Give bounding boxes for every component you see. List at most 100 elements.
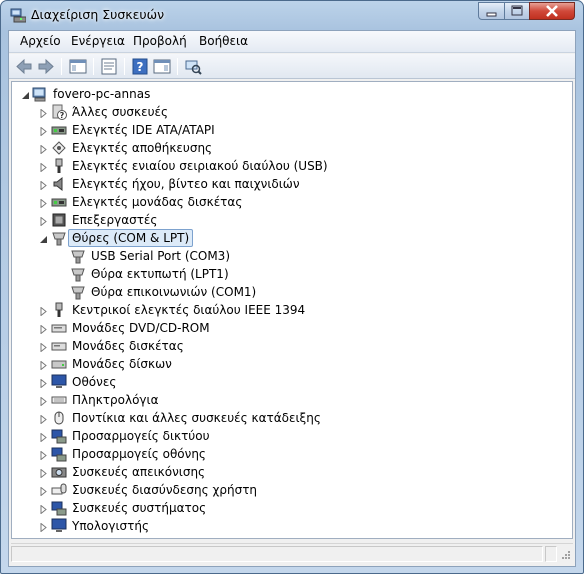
- category-label: Μονάδες δισκέτας: [72, 339, 184, 353]
- menu-help[interactable]: Βοήθεια: [199, 34, 248, 48]
- tree-category-ieee1394[interactable]: Κεντρικοί ελεγκτές διαύλου IEEE 1394: [12, 301, 572, 319]
- tree-category-system-devices[interactable]: Συσκευές συστήματος: [12, 499, 572, 517]
- category-label: Ελεγκτές μονάδας δισκέτας: [72, 195, 243, 209]
- tree-category-floppy-controllers[interactable]: Ελεγκτές μονάδας δισκέτας: [12, 193, 572, 211]
- camera-icon: [51, 464, 67, 480]
- collapsed-triangle-icon[interactable]: [39, 413, 48, 425]
- dvd-drive-icon: [51, 320, 67, 336]
- collapsed-triangle-icon[interactable]: [39, 449, 48, 461]
- tree-device-communications-port[interactable]: Θύρα επικοινωνιών (COM1): [12, 283, 572, 301]
- computer-icon: [32, 86, 48, 102]
- tree-category-computer[interactable]: Υπολογιστής: [12, 517, 572, 535]
- collapsed-triangle-icon[interactable]: [39, 521, 48, 533]
- tree-root[interactable]: fovero-pc-annas: [12, 85, 572, 103]
- menu-action[interactable]: Ενέργεια: [71, 34, 125, 48]
- properties-icon[interactable]: [100, 58, 118, 75]
- close-button[interactable]: [529, 2, 575, 20]
- menu-view[interactable]: Προβολή: [133, 34, 187, 48]
- tree-device-printer-port[interactable]: Θύρα εκτυπωτή (LPT1): [12, 265, 572, 283]
- display-adapter-icon: [51, 446, 67, 462]
- status-panel: [11, 546, 543, 562]
- client-area: Αρχείο Ενέργεια Προβολή Βοήθεια ? fovero…: [8, 30, 576, 567]
- category-label: Προσαρμογείς δικτύου: [72, 429, 210, 443]
- collapsed-triangle-icon[interactable]: [39, 467, 48, 479]
- tree-category-network-adapters[interactable]: Προσαρμογείς δικτύου: [12, 427, 572, 445]
- mouse-icon: [51, 410, 67, 426]
- category-label: Προσαρμογείς οθόνης: [72, 447, 206, 461]
- collapsed-triangle-icon[interactable]: [39, 143, 48, 155]
- processor-icon: [51, 212, 67, 228]
- device-tree[interactable]: fovero-pc-annas ? Άλλες συσκευές Ελεγκτέ…: [11, 81, 573, 539]
- port-icon: [70, 284, 86, 300]
- resize-grip-icon[interactable]: [559, 550, 571, 562]
- collapsed-triangle-icon[interactable]: [39, 323, 48, 335]
- tree-category-disk-drives[interactable]: Μονάδες δίσκων: [12, 355, 572, 373]
- category-label: Ελεγκτές ενιαίου σειριακού διαύλου (USB): [72, 159, 328, 173]
- collapsed-triangle-icon[interactable]: [39, 197, 48, 209]
- expanded-triangle-icon[interactable]: [39, 233, 48, 243]
- tree-category-monitors[interactable]: Οθόνες: [12, 373, 572, 391]
- minimize-button[interactable]: [478, 2, 505, 20]
- port-icon: [70, 248, 86, 264]
- monitor-icon: [51, 374, 67, 390]
- collapsed-triangle-icon[interactable]: [39, 485, 48, 497]
- device-label: Θύρα εκτυπωτή (LPT1): [91, 267, 229, 281]
- collapsed-triangle-icon[interactable]: [39, 305, 48, 317]
- speaker-icon: [51, 176, 67, 192]
- tree-category-other-devices[interactable]: ? Άλλες συσκευές: [12, 103, 572, 121]
- back-arrow-icon[interactable]: [15, 58, 33, 75]
- title-bar[interactable]: Διαχείριση Συσκευών: [1, 1, 583, 29]
- category-label: Ελεγκτές αποθήκευσης: [72, 141, 213, 155]
- category-label: Συσκευές απεικόνισης: [72, 465, 206, 479]
- menu-file[interactable]: Αρχείο: [20, 34, 61, 48]
- tree-category-hid[interactable]: Συσκευές διασύνδεσης χρήστη: [12, 481, 572, 499]
- category-label: Συσκευές συστήματος: [72, 501, 207, 515]
- category-label: Υπολογιστής: [72, 519, 149, 533]
- category-label: Οθόνες: [72, 375, 117, 389]
- device-label: USB Serial Port (COM3): [91, 249, 230, 263]
- tree-category-sound-video[interactable]: Ελεγκτές ήχου, βίντεο και παιχνιδιών: [12, 175, 572, 193]
- tree-category-usb-controllers[interactable]: Ελεγκτές ενιαίου σειριακού διαύλου (USB): [12, 157, 572, 175]
- collapsed-triangle-icon[interactable]: [39, 125, 48, 137]
- collapsed-triangle-icon[interactable]: [39, 431, 48, 443]
- collapsed-triangle-icon[interactable]: [39, 359, 48, 371]
- forward-arrow-icon[interactable]: [37, 58, 55, 75]
- tree-category-mice[interactable]: Ποντίκια και άλλες συσκευές κατάδειξης: [12, 409, 572, 427]
- system-device-icon: [51, 500, 67, 516]
- tree-category-ide-controllers[interactable]: Ελεγκτές IDE ATA/ATAPI: [12, 121, 572, 139]
- tree-category-storage-controllers[interactable]: Ελεγκτές αποθήκευσης: [12, 139, 572, 157]
- maximize-button[interactable]: [504, 2, 530, 20]
- network-adapter-icon: [51, 428, 67, 444]
- menu-bar: Αρχείο Ενέργεια Προβολή Βοήθεια: [9, 31, 575, 53]
- category-label: Θύρες (COM & LPT): [68, 229, 194, 247]
- collapsed-triangle-icon[interactable]: [39, 377, 48, 389]
- collapsed-triangle-icon[interactable]: [39, 107, 48, 119]
- collapsed-triangle-icon[interactable]: [39, 179, 48, 191]
- help-icon[interactable]: ?: [131, 58, 149, 75]
- expanded-triangle-icon[interactable]: [21, 89, 30, 99]
- collapsed-triangle-icon[interactable]: [39, 395, 48, 407]
- keyboard-icon: [51, 392, 67, 408]
- tree-category-processors[interactable]: Επεξεργαστές: [12, 211, 572, 229]
- ide-controller-icon: [51, 122, 67, 138]
- status-bar: [11, 543, 573, 564]
- collapsed-triangle-icon[interactable]: [39, 503, 48, 515]
- tree-category-dvd-drives[interactable]: Μονάδες DVD/CD-ROM: [12, 319, 572, 337]
- tree-category-keyboards[interactable]: Πληκτρολόγια: [12, 391, 572, 409]
- tree-category-display-adapters[interactable]: Προσαρμογείς οθόνης: [12, 445, 572, 463]
- unknown-device-icon: ?: [51, 104, 67, 120]
- tree-category-imaging-devices[interactable]: Συσκευές απεικόνισης: [12, 463, 572, 481]
- collapsed-triangle-icon[interactable]: [39, 215, 48, 227]
- disk-drive-icon: [51, 356, 67, 372]
- tree-category-ports[interactable]: Θύρες (COM & LPT): [12, 229, 572, 247]
- show-action-pane-icon[interactable]: [153, 58, 171, 75]
- category-label: Άλλες συσκευές: [72, 105, 169, 119]
- tree-category-floppy-drives[interactable]: Μονάδες δισκέτας: [12, 337, 572, 355]
- collapsed-triangle-icon[interactable]: [39, 341, 48, 353]
- show-hide-console-tree-icon[interactable]: [69, 58, 87, 75]
- tree-device-usb-serial-port[interactable]: USB Serial Port (COM3): [12, 247, 572, 265]
- toolbar: ?: [9, 54, 575, 79]
- scan-hardware-icon[interactable]: [184, 58, 202, 75]
- port-icon: [70, 266, 86, 282]
- collapsed-triangle-icon[interactable]: [39, 161, 48, 173]
